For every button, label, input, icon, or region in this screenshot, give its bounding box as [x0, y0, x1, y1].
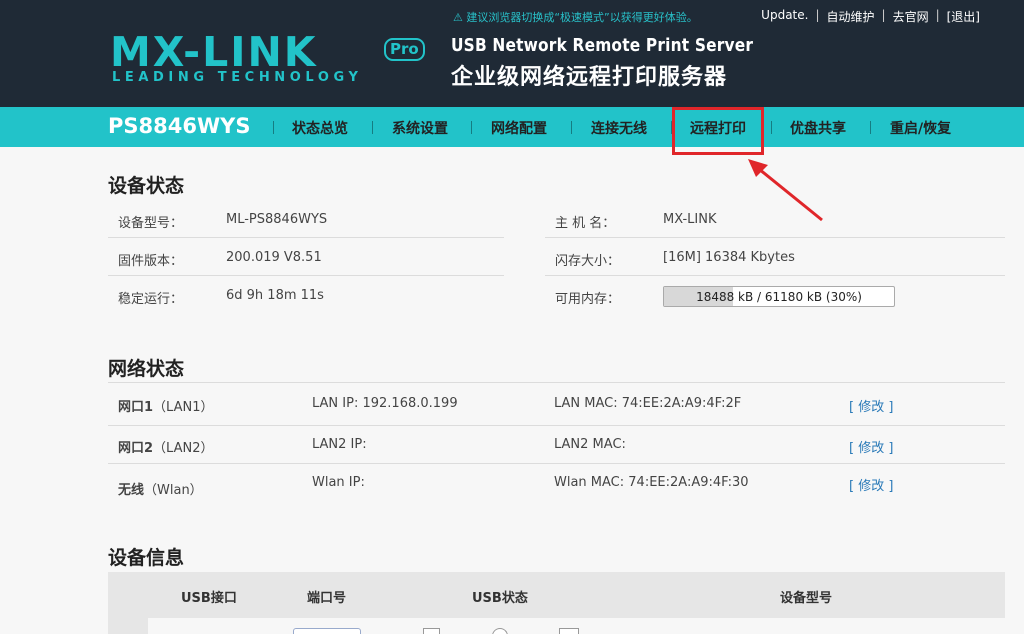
port-ip: Wlan IP: — [312, 475, 365, 490]
port-ip: LAN2 IP: — [312, 437, 367, 452]
device-model-brand: PS8846WYS — [108, 114, 251, 138]
nav-divider — [273, 121, 274, 134]
header-links: Update. | 自动维护 | 去官网 | [退出] — [761, 8, 980, 25]
browser-tip: ⚠ 建议浏览器切换成“极速模式”以获得更好体验。 — [453, 11, 698, 24]
logo-pro-badge: Pro — [384, 38, 425, 61]
official-site-link[interactable]: 去官网 — [893, 8, 929, 25]
status-checkbox[interactable] — [423, 628, 440, 634]
status-row: 稳定运行： 6d 9h 18m 11s — [108, 276, 504, 314]
nav-item-wireless[interactable]: 连接无线 — [591, 118, 647, 138]
network-row: 无线（Wlan） Wlan IP: Wlan MAC: 74:EE:2A:A9:… — [108, 464, 1005, 506]
nav-divider — [870, 121, 871, 134]
col-usb-port: USB接口 — [181, 591, 237, 606]
port-name: 网口1（LAN1） — [118, 400, 214, 415]
nav-item-status-overview[interactable]: 状态总览 — [292, 118, 348, 138]
device-info-table-header: USB接口 端口号 USB状态 设备型号 — [108, 572, 1005, 618]
port-mac: LAN2 MAC: — [554, 437, 626, 452]
col-usb-status: USB状态 — [472, 591, 528, 606]
nav-item-system-settings[interactable]: 系统设置 — [392, 118, 448, 138]
device-info-title: 设备信息 — [108, 547, 185, 569]
row-label: 固件版本： — [118, 254, 184, 269]
row-value: [16M] 16384 Kbytes — [663, 250, 795, 265]
edit-lan1-link[interactable]: [ 修改 ] — [849, 396, 893, 415]
edit-wlan-link[interactable]: [ 修改 ] — [849, 475, 893, 494]
auto-maintain-link[interactable]: 自动维护 — [827, 8, 875, 25]
product-title-en: USB Network Remote Print Server — [451, 35, 754, 56]
row-label: 设备型号： — [118, 216, 184, 231]
port-mac: LAN MAC: 74:EE:2A:A9:4F:2F — [554, 396, 742, 411]
status-row: 主 机 名： MX-LINK — [545, 200, 1005, 238]
nav-item-usb-share[interactable]: 优盘共享 — [790, 118, 846, 138]
product-title-cn: 企业级网络远程打印服务器 — [451, 65, 728, 90]
edit-lan2-link[interactable]: [ 修改 ] — [849, 437, 893, 456]
logo: MX-LINK Pro LEADING TECHNOLOGY — [110, 30, 430, 90]
status-checkbox[interactable] — [559, 628, 579, 634]
header: ⚠ 建议浏览器切换成“极速模式”以获得更好体验。 Update. | 自动维护 … — [0, 0, 1024, 107]
update-link[interactable]: Update. — [761, 8, 808, 25]
nav-divider — [471, 121, 472, 134]
divider — [108, 382, 1005, 383]
logo-tagline: LEADING TECHNOLOGY — [112, 70, 363, 85]
col-device-model: 设备型号 — [780, 591, 833, 606]
table-row — [108, 618, 148, 634]
status-row: 固件版本： 200.019 V8.51 — [108, 238, 504, 276]
port-name: 无线（Wlan） — [118, 483, 203, 498]
nav-divider — [571, 121, 572, 134]
port-mac: Wlan MAC: 74:EE:2A:A9:4F:30 — [554, 475, 749, 490]
nav-item-network-config[interactable]: 网络配置 — [491, 118, 547, 138]
nav-divider — [771, 121, 772, 134]
row-value: MX-LINK — [663, 212, 717, 227]
row-label: 闪存大小： — [555, 254, 621, 269]
memory-usage-bar: 18488 kB / 61180 kB (30%) — [663, 286, 895, 307]
main-nav: PS8846WYS 状态总览 系统设置 网络配置 连接无线 远程打印 优盘共享 … — [0, 107, 1024, 147]
memory-usage-text: 18488 kB / 61180 kB (30%) — [696, 290, 862, 304]
device-status-title: 设备状态 — [108, 175, 185, 197]
port-name: 网口2（LAN2） — [118, 441, 214, 456]
row-label: 稳定运行： — [118, 292, 184, 307]
remote-print-highlight-box — [672, 107, 764, 155]
row-value: ML-PS8846WYS — [226, 212, 328, 227]
network-row: 网口2（LAN2） LAN2 IP: LAN2 MAC: [ 修改 ] — [108, 426, 1005, 464]
logout-link[interactable]: [退出] — [947, 8, 980, 25]
port-number-input[interactable] — [293, 628, 361, 634]
row-value: 200.019 V8.51 — [226, 250, 322, 265]
nav-divider — [372, 121, 373, 134]
network-row: 网口1（LAN1） LAN IP: 192.168.0.199 LAN MAC:… — [108, 384, 1005, 426]
logo-main-text: MX-LINK — [110, 28, 318, 76]
row-value: 6d 9h 18m 11s — [226, 288, 324, 303]
row-label: 主 机 名： — [555, 216, 616, 231]
nav-item-reboot-restore[interactable]: 重启/恢复 — [890, 118, 951, 138]
col-port-number: 端口号 — [307, 591, 347, 606]
row-label: 可用内存： — [555, 292, 621, 307]
network-status-title: 网络状态 — [108, 358, 185, 380]
port-ip: LAN IP: 192.168.0.199 — [312, 396, 458, 411]
status-row: 闪存大小： [16M] 16384 Kbytes — [545, 238, 1005, 276]
status-radio[interactable] — [492, 628, 508, 634]
status-row: 设备型号： ML-PS8846WYS — [108, 200, 504, 238]
